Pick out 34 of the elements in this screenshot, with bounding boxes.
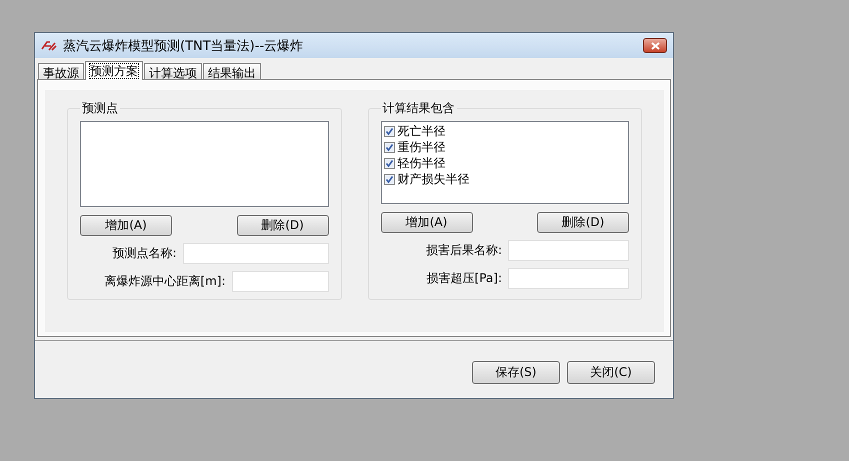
tab[interactable]: 事故源 [38,63,84,79]
tab[interactable]: 预测方案 [85,61,143,80]
close-button[interactable] [643,38,667,53]
list-button[interactable]: 增加(A) [80,215,172,236]
input-field[interactable] [182,243,328,264]
input-field[interactable] [508,240,629,261]
checkbox-label: 财产损失半径 [398,170,470,188]
list-box[interactable]: 死亡半径 重伤半径 轻伤半径 财产损失半径 [380,121,629,204]
checkbox-label: 死亡半径 [398,122,446,140]
close-icon [650,42,660,50]
checkbox-label: 轻伤半径 [398,154,446,172]
input-field[interactable] [232,271,328,292]
list-box[interactable] [80,121,328,207]
field-label: 损害超压[Pa]: [426,270,502,287]
group-title: 计算结果包含 [382,100,456,117]
dialog-button[interactable]: 关闭(C) [567,361,655,384]
list-button[interactable]: 删除(D) [537,212,629,233]
tab[interactable]: 结果输出 [203,63,261,79]
checkbox[interactable] [384,142,394,152]
dialog-button[interactable]: 保存(S) [472,361,560,384]
input-field[interactable] [508,268,629,289]
checkbox[interactable] [384,126,394,136]
field-label: 预测点名称: [112,245,176,262]
list-button[interactable]: 增加(A) [380,212,472,233]
checkbox-label: 重伤半径 [398,138,446,156]
group-title: 预测点 [81,100,119,117]
checkbox[interactable] [384,158,394,168]
checkbox[interactable] [384,174,394,184]
field-label: 离爆炸源中心距离[m]: [104,273,226,290]
tab[interactable]: 计算选项 [144,63,202,79]
field-label: 损害后果名称: [426,242,502,259]
window-title: 蒸汽云爆炸模型预测(TNT当量法)--云爆炸 [63,38,304,54]
list-button[interactable]: 删除(D) [236,215,328,236]
app-logo-icon [41,40,57,50]
